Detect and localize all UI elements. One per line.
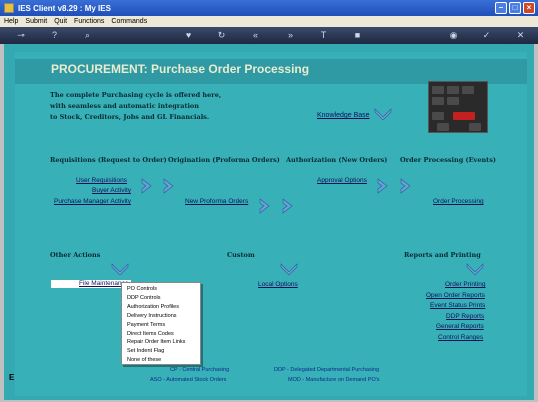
refresh-icon[interactable]: ↻ bbox=[216, 30, 227, 41]
popup-item-authorization-profiles[interactable]: Authorization Profiles bbox=[127, 303, 200, 312]
origination-heading: Origination (Proforma Orders) bbox=[168, 156, 280, 164]
file-maintenance-link[interactable]: File Maintenance bbox=[51, 280, 131, 288]
menu-bar: Help Submit Quit Functions Commands bbox=[0, 16, 538, 27]
stop-icon[interactable]: ■ bbox=[352, 30, 363, 41]
requisitions-heading: Requisitions (Request to Order) bbox=[50, 156, 167, 164]
custom-heading: Custom bbox=[227, 251, 255, 259]
buyer-activity-link[interactable]: Buyer Activity bbox=[92, 187, 131, 194]
main-area: PROCUREMENT: Purchase Order Processing T… bbox=[4, 44, 534, 400]
popup-item-direct-items-codes[interactable]: Direct Items Codes bbox=[127, 330, 200, 339]
cancel-icon[interactable]: ✕ bbox=[515, 30, 526, 41]
menu-submit[interactable]: Submit bbox=[25, 18, 47, 25]
intro-line: with seamless and automatic integration bbox=[50, 102, 199, 110]
intro-line: The complete Purchasing cycle is offered… bbox=[50, 91, 222, 99]
menu-functions[interactable]: Functions bbox=[74, 18, 104, 25]
event-status-prints-link[interactable]: Event Status Prints bbox=[430, 302, 485, 309]
help-icon[interactable]: ? bbox=[49, 30, 60, 41]
knowledge-base-arrow-icon[interactable] bbox=[374, 107, 392, 121]
side-letter: E bbox=[9, 373, 15, 382]
heart-icon[interactable]: ♥ bbox=[183, 30, 194, 41]
menu-commands[interactable]: Commands bbox=[111, 18, 147, 25]
approval-options-link[interactable]: Approval Options bbox=[317, 177, 367, 184]
open-order-reports-link[interactable]: Open Order Reports bbox=[426, 292, 485, 299]
order-processing-link[interactable]: Order Processing bbox=[433, 198, 484, 205]
intro-text: The complete Purchasing cycle is offered… bbox=[50, 90, 221, 123]
title-bar: IES Client v8.29 : My IES – □ × bbox=[0, 0, 538, 16]
maximize-button[interactable]: □ bbox=[509, 2, 521, 14]
chevron-right-icon[interactable] bbox=[161, 178, 177, 194]
popup-item-set-indent-flag[interactable]: Set Indent Flag bbox=[127, 347, 200, 356]
other-actions-heading: Other Actions bbox=[50, 251, 101, 259]
ddp-reports-link[interactable]: DDP Reports bbox=[446, 313, 484, 320]
text-icon[interactable]: T bbox=[318, 30, 329, 41]
purchase-manager-activity-link[interactable]: Purchase Manager Activity bbox=[54, 198, 131, 205]
control-ranges-link[interactable]: Control Ranges bbox=[438, 334, 483, 341]
keyboard-photo bbox=[428, 81, 488, 133]
key-icon[interactable]: ⊸ bbox=[12, 30, 30, 41]
toolbar: ⊸ ? ⌕ ♥ ↻ « » T ■ ◉ ✓ ✕ bbox=[0, 27, 538, 44]
intro-line: to Stock, Creditors, Jobs and GL Financi… bbox=[50, 113, 210, 121]
knowledge-base-link[interactable]: Knowledge Base bbox=[317, 112, 370, 119]
chevron-right-icon[interactable] bbox=[280, 198, 296, 214]
authorization-heading: Authorization (New Orders) bbox=[286, 156, 388, 164]
close-button[interactable]: × bbox=[523, 2, 535, 14]
chevron-right-icon[interactable] bbox=[375, 178, 391, 194]
popup-item-repair-order-item-links[interactable]: Repair Order Item Links bbox=[127, 338, 200, 347]
reports-heading: Reports and Printing bbox=[404, 251, 481, 259]
chevron-right-icon[interactable] bbox=[257, 198, 273, 214]
content-panel: PROCUREMENT: Purchase Order Processing T… bbox=[15, 52, 527, 396]
popup-item-delivery-instructions[interactable]: Delivery Instructions bbox=[127, 312, 200, 321]
new-proforma-orders-link[interactable]: New Proforma Orders bbox=[185, 198, 248, 205]
popup-item-payment-terms[interactable]: Payment Terms bbox=[127, 321, 200, 330]
page-title: PROCUREMENT: Purchase Order Processing bbox=[51, 62, 310, 76]
reports-arrow-icon[interactable] bbox=[466, 262, 484, 276]
processing-heading: Order Processing (Events) bbox=[400, 156, 496, 164]
rewind-icon[interactable]: « bbox=[250, 30, 261, 41]
order-printing-link[interactable]: Order Printing bbox=[445, 281, 485, 288]
menu-quit[interactable]: Quit bbox=[54, 18, 67, 25]
forward-icon[interactable]: » bbox=[285, 30, 296, 41]
window-title: IES Client v8.29 : My IES bbox=[18, 3, 111, 13]
popup-item-po-controls[interactable]: PO Controls bbox=[127, 285, 200, 294]
menu-help[interactable]: Help bbox=[4, 18, 18, 25]
chevron-right-icon[interactable] bbox=[139, 178, 155, 194]
popup-item-none-of-these[interactable]: None of these bbox=[127, 356, 200, 365]
popup-item-ddp-controls[interactable]: DDP Controls bbox=[127, 294, 200, 303]
minimize-button[interactable]: – bbox=[495, 2, 507, 14]
user-requisitions-link[interactable]: User Requisitions bbox=[76, 177, 127, 184]
legend-cp: CP - Central Purchasing bbox=[170, 367, 230, 373]
custom-arrow-icon[interactable] bbox=[280, 262, 298, 276]
check-icon[interactable]: ✓ bbox=[481, 30, 492, 41]
legend-mod: MOD - Manufacture on Demand PO's bbox=[288, 377, 380, 383]
file-maintenance-popup-menu: PO Controls DDP Controls Authorization P… bbox=[121, 282, 201, 365]
legend-ddp: DDP - Delegated Departmental Purchasing bbox=[274, 367, 380, 373]
general-reports-link[interactable]: General Reports bbox=[436, 323, 484, 330]
globe-icon[interactable]: ◉ bbox=[448, 30, 459, 41]
legend-aso: ASO - Automated Stock Orders bbox=[150, 377, 227, 383]
app-icon bbox=[4, 3, 14, 13]
other-actions-arrow-icon[interactable] bbox=[111, 262, 129, 276]
local-options-link[interactable]: Local Options bbox=[258, 281, 298, 288]
chevron-right-icon[interactable] bbox=[398, 178, 414, 194]
search-icon[interactable]: ⌕ bbox=[82, 30, 93, 41]
